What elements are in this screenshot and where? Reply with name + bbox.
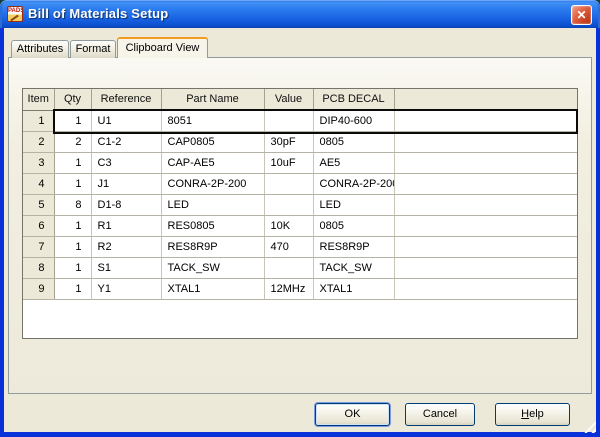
part-name-cell[interactable]: LED xyxy=(161,194,264,215)
reference-cell[interactable]: C3 xyxy=(91,152,161,173)
item-cell[interactable]: 7 xyxy=(23,236,54,257)
table-row[interactable]: 81S1TACK_SWTACK_SW xyxy=(23,257,577,278)
reference-cell[interactable]: Y1 xyxy=(91,278,161,299)
spare-cell[interactable] xyxy=(394,236,577,257)
value-cell[interactable] xyxy=(264,173,313,194)
window-border-right xyxy=(596,28,600,437)
qty-cell[interactable]: 1 xyxy=(54,110,91,131)
item-cell[interactable]: 1 xyxy=(23,110,54,131)
column-header-item[interactable]: Item xyxy=(23,89,54,110)
item-cell[interactable]: 5 xyxy=(23,194,54,215)
cancel-button[interactable]: Cancel xyxy=(405,403,475,426)
part-name-cell[interactable]: RES8R9P xyxy=(161,236,264,257)
spare-cell[interactable] xyxy=(394,215,577,236)
value-cell[interactable] xyxy=(264,257,313,278)
value-cell[interactable] xyxy=(264,194,313,215)
reference-cell[interactable]: R2 xyxy=(91,236,161,257)
title-bar[interactable]: PADS Bill of Materials Setup ✕ xyxy=(0,0,600,28)
reference-cell[interactable]: R1 xyxy=(91,215,161,236)
close-icon: ✕ xyxy=(576,8,586,22)
table-header-row: Item Qty Reference Part Name Value PCB D… xyxy=(23,89,577,110)
pcb-decal-cell[interactable]: LED xyxy=(313,194,394,215)
table-row[interactable]: 91Y1XTAL112MHzXTAL1 xyxy=(23,278,577,299)
window-title: Bill of Materials Setup xyxy=(28,0,168,28)
item-cell[interactable]: 6 xyxy=(23,215,54,236)
pads-app-icon: PADS xyxy=(7,6,23,22)
spare-cell[interactable] xyxy=(394,278,577,299)
part-name-cell[interactable]: XTAL1 xyxy=(161,278,264,299)
spare-cell[interactable] xyxy=(394,257,577,278)
bill-of-materials-dialog: PADS Bill of Materials Setup ✕ Attribute… xyxy=(0,0,600,437)
spare-cell[interactable] xyxy=(394,173,577,194)
pcb-decal-cell[interactable]: AE5 xyxy=(313,152,394,173)
column-header-qty[interactable]: Qty xyxy=(54,89,91,110)
value-cell[interactable]: 12MHz xyxy=(264,278,313,299)
reference-cell[interactable]: D1-8 xyxy=(91,194,161,215)
tab-attributes[interactable]: Attributes xyxy=(11,40,69,58)
value-cell[interactable]: 10uF xyxy=(264,152,313,173)
qty-cell[interactable]: 1 xyxy=(54,278,91,299)
table-row[interactable]: 22C1-2CAP080530pF0805 xyxy=(23,131,577,152)
value-cell[interactable]: 30pF xyxy=(264,131,313,152)
qty-cell[interactable]: 2 xyxy=(54,131,91,152)
qty-cell[interactable]: 8 xyxy=(54,194,91,215)
part-name-cell[interactable]: RES0805 xyxy=(161,215,264,236)
close-button[interactable]: ✕ xyxy=(571,5,592,25)
help-button[interactable]: Help xyxy=(495,403,570,426)
spare-cell[interactable] xyxy=(394,131,577,152)
value-cell[interactable]: 10K xyxy=(264,215,313,236)
item-cell[interactable]: 4 xyxy=(23,173,54,194)
table-row[interactable]: 31C3CAP-AE510uFAE5 xyxy=(23,152,577,173)
window-border-bottom xyxy=(0,432,600,437)
pcb-decal-cell[interactable]: 0805 xyxy=(313,131,394,152)
part-name-cell[interactable]: CONRA-2P-200 xyxy=(161,173,264,194)
column-header-spare[interactable] xyxy=(394,89,577,110)
part-name-cell[interactable]: 8051 xyxy=(161,110,264,131)
item-cell[interactable]: 8 xyxy=(23,257,54,278)
table-row[interactable]: 11U18051DIP40-600 xyxy=(23,110,577,131)
qty-cell[interactable]: 1 xyxy=(54,215,91,236)
pcb-decal-cell[interactable]: CONRA-2P-200 xyxy=(313,173,394,194)
item-cell[interactable]: 3 xyxy=(23,152,54,173)
part-name-cell[interactable]: CAP0805 xyxy=(161,131,264,152)
reference-cell[interactable]: C1-2 xyxy=(91,131,161,152)
spare-cell[interactable] xyxy=(394,194,577,215)
pcb-decal-cell[interactable]: XTAL1 xyxy=(313,278,394,299)
table-row[interactable]: 41J1CONRA-2P-200CONRA-2P-200 xyxy=(23,173,577,194)
spare-cell[interactable] xyxy=(394,110,577,131)
table-row[interactable]: 71R2RES8R9P470RES8R9P xyxy=(23,236,577,257)
column-header-part-name[interactable]: Part Name xyxy=(161,89,264,110)
table-row[interactable]: 61R1RES080510K0805 xyxy=(23,215,577,236)
pcb-decal-cell[interactable]: TACK_SW xyxy=(313,257,394,278)
reference-cell[interactable]: J1 xyxy=(91,173,161,194)
column-header-reference[interactable]: Reference xyxy=(91,89,161,110)
column-header-value[interactable]: Value xyxy=(264,89,313,110)
tab-format[interactable]: Format xyxy=(70,40,116,58)
pcb-decal-cell[interactable]: DIP40-600 xyxy=(313,110,394,131)
ok-button[interactable]: OK xyxy=(315,403,390,426)
item-cell[interactable]: 2 xyxy=(23,131,54,152)
qty-cell[interactable]: 1 xyxy=(54,152,91,173)
pcb-decal-cell[interactable]: RES8R9P xyxy=(313,236,394,257)
qty-cell[interactable]: 1 xyxy=(54,257,91,278)
value-cell[interactable]: 470 xyxy=(264,236,313,257)
reference-cell[interactable]: S1 xyxy=(91,257,161,278)
part-name-cell[interactable]: CAP-AE5 xyxy=(161,152,264,173)
value-cell[interactable] xyxy=(264,110,313,131)
spare-cell[interactable] xyxy=(394,152,577,173)
tab-clipboard-view[interactable]: Clipboard View xyxy=(117,37,208,58)
qty-cell[interactable]: 1 xyxy=(54,173,91,194)
item-cell[interactable]: 9 xyxy=(23,278,54,299)
grid-body: 11U18051DIP40-60022C1-2CAP080530pF080531… xyxy=(23,110,577,299)
qty-cell[interactable]: 1 xyxy=(54,236,91,257)
part-name-cell[interactable]: TACK_SW xyxy=(161,257,264,278)
column-header-pcb-decal[interactable]: PCB DECAL xyxy=(313,89,394,110)
bom-table: Item Qty Reference Part Name Value PCB D… xyxy=(22,88,578,339)
pcb-decal-cell[interactable]: 0805 xyxy=(313,215,394,236)
reference-cell[interactable]: U1 xyxy=(91,110,161,131)
table-row[interactable]: 58D1-8LEDLED xyxy=(23,194,577,215)
